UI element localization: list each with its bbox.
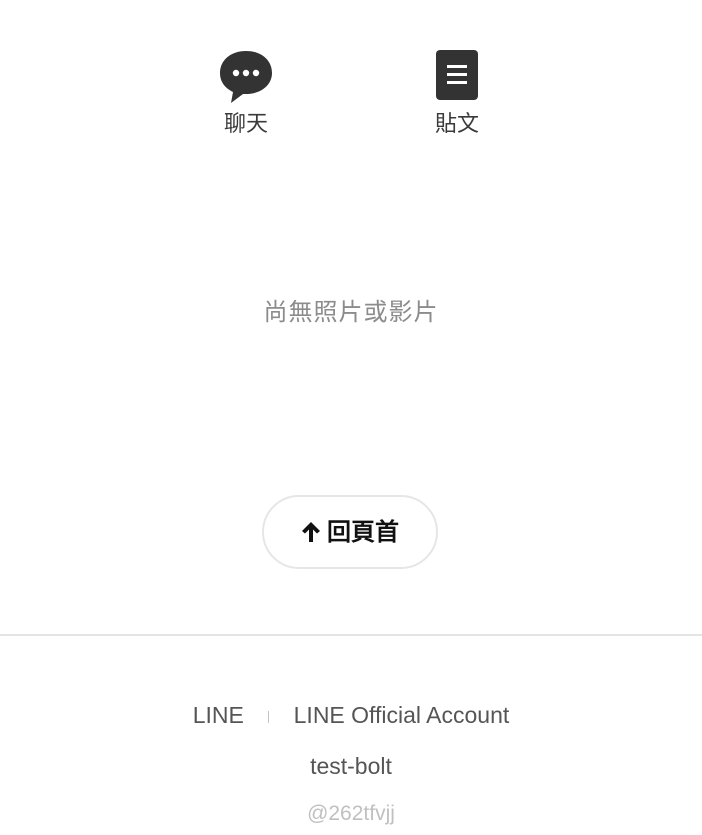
line-link[interactable]: LINE (193, 702, 244, 728)
chat-button[interactable]: 聊天 (206, 48, 286, 138)
document-icon (429, 48, 485, 104)
chat-label: 聊天 (223, 112, 268, 137)
footer-divider (0, 634, 702, 636)
link-separator (268, 710, 270, 723)
account-name: test-bolt (310, 753, 392, 779)
back-to-top-label: 回頁首 (327, 518, 399, 546)
profile-action-bar: 聊天 貼文 (0, 48, 702, 148)
footer-links: LINE LINE Official Account (0, 700, 702, 730)
arrow-up-icon (301, 521, 321, 543)
chat-bubble-icon (218, 48, 274, 104)
empty-gallery-message: 尚無照片或影片 (263, 298, 439, 326)
line-official-account-link[interactable]: LINE Official Account (294, 702, 510, 728)
post-button[interactable]: 貼文 (417, 48, 497, 138)
back-to-top-button[interactable]: 回頁首 (262, 495, 438, 569)
post-label: 貼文 (434, 112, 479, 137)
account-id: @262tfvjj (307, 802, 395, 825)
